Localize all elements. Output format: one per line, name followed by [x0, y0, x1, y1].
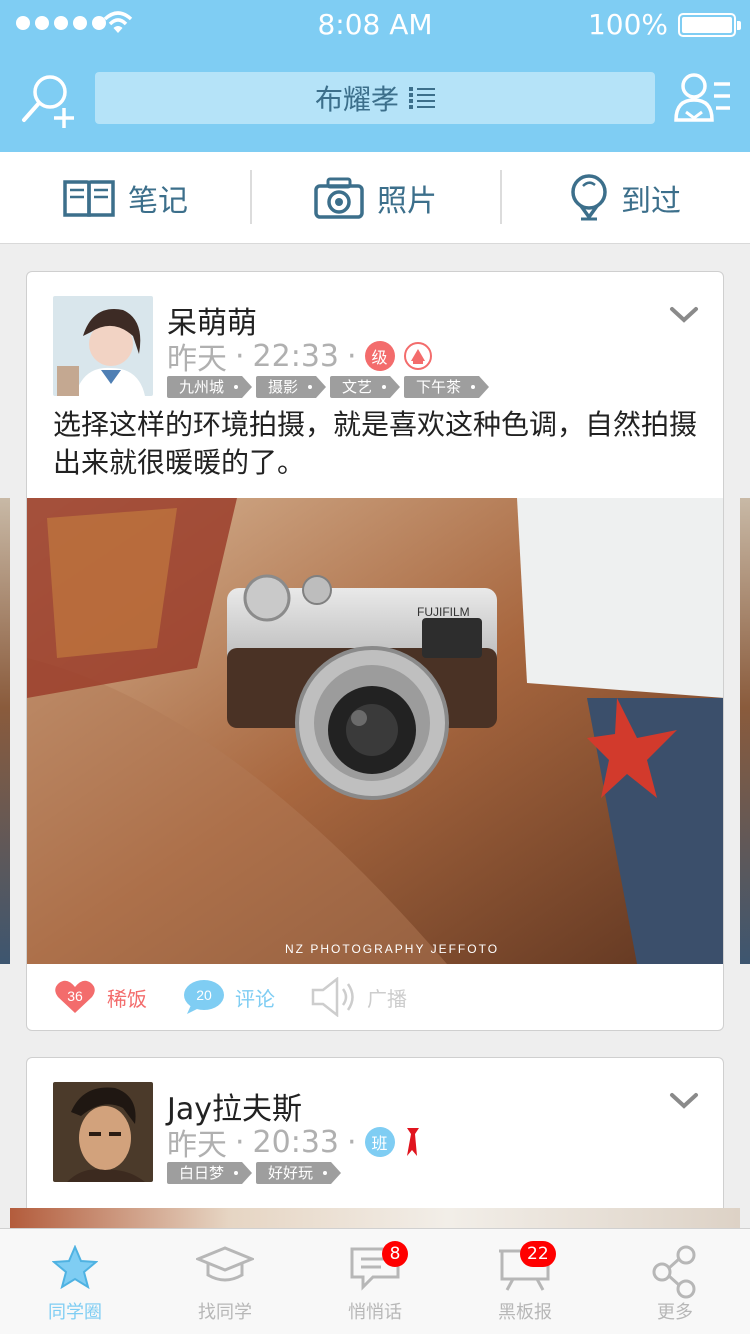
tag-list: 九州城 摄影 文艺 下午茶 [167, 376, 490, 398]
separator-dot: · [235, 1124, 245, 1160]
contacts-icon[interactable] [674, 72, 732, 124]
tab-notes-label: 笔记 [128, 183, 188, 219]
pioneer-badge-icon [403, 342, 432, 370]
post-day: 昨天 [167, 1128, 227, 1163]
next-photo-peek[interactable] [740, 498, 750, 964]
nav-bar: 布耀孝 [0, 48, 750, 152]
tab-visited[interactable]: 到过 [500, 152, 750, 243]
tab-label: 更多 [657, 1302, 693, 1323]
separator-dot: · [235, 338, 245, 374]
post-day: 昨天 [167, 342, 227, 377]
post-photo[interactable]: FUJIFILM NZ PHOTOGRAPHY JEFFOTO [27, 498, 723, 964]
avatar[interactable] [53, 296, 153, 396]
tab-label: 悄悄话 [348, 1302, 402, 1323]
prev-photo-peek[interactable] [0, 498, 10, 964]
add-friend-search-icon[interactable] [18, 70, 78, 130]
notebook-icon [63, 179, 115, 217]
tab-more[interactable]: 更多 [600, 1229, 750, 1334]
tab-notes[interactable]: 笔记 [0, 152, 250, 243]
tab-label: 找同学 [198, 1302, 252, 1323]
tag[interactable]: 文艺 [330, 376, 401, 398]
separator-dot: · [347, 1124, 357, 1160]
star-icon [52, 1245, 98, 1289]
tag[interactable]: 白日梦 [167, 1162, 253, 1184]
tab-classmate-circle[interactable]: 同学圈 [0, 1229, 150, 1334]
comment-bubble-icon: 20 [184, 980, 224, 1014]
post-time: 22:33 [252, 338, 340, 374]
chevron-down-icon[interactable] [669, 306, 699, 324]
tag[interactable]: 九州城 [167, 376, 253, 398]
separator-dot: · [347, 338, 357, 374]
post-card: 呆萌萌 昨天 · 22:33 · 级 九州城 摄影 文艺 下午茶 选择这样的环境… [26, 271, 724, 1031]
location-pin-icon [571, 173, 607, 220]
speaker-icon [311, 977, 354, 1017]
tab-photos-label: 照片 [377, 183, 437, 219]
tab-photos[interactable]: 照片 [250, 152, 500, 243]
broadcast-label: 广播 [367, 986, 407, 1011]
post-actions: 36 稀饭 20 评论 广播 [27, 964, 723, 1030]
like-button[interactable]: 36 稀饭 [53, 979, 147, 1015]
chevron-down-icon[interactable] [669, 1092, 699, 1110]
red-scarf-icon [406, 1128, 419, 1156]
camera-icon [314, 177, 364, 219]
tab-label: 同学圈 [48, 1302, 102, 1323]
like-label: 稀饭 [107, 986, 147, 1011]
unread-badge: 8 [382, 1241, 408, 1267]
level-badge: 级 [364, 341, 395, 371]
share-nodes-icon [652, 1245, 696, 1299]
tag[interactable]: 下午茶 [404, 376, 490, 398]
post-time: 20:33 [252, 1124, 340, 1160]
bottom-tab-bar: 同学圈 找同学 8 悄悄话 22 黑板报 更多 [0, 1228, 750, 1334]
tab-whispers[interactable]: 8 悄悄话 [300, 1229, 450, 1334]
battery-percentage: 100% [587, 8, 668, 41]
battery-icon [678, 13, 741, 37]
camera-brand: FUJIFILM [417, 605, 470, 619]
like-count: 36 [67, 988, 83, 1004]
photo-watermark: NZ PHOTOGRAPHY JEFFOTO [285, 942, 499, 956]
graduation-cap-icon [196, 1246, 254, 1282]
heart-icon: 36 [55, 980, 95, 1013]
tab-blackboard[interactable]: 22 黑板报 [450, 1229, 600, 1334]
comment-button[interactable]: 20 评论 [183, 979, 275, 1015]
list-icon [409, 87, 435, 109]
class-badge: 班 [364, 1127, 395, 1157]
comment-label: 评论 [235, 986, 275, 1011]
page-title: 布耀孝 [314, 83, 399, 116]
tag[interactable]: 摄影 [256, 376, 327, 398]
post-meta: 昨天 · 20:33 · 班 [167, 1120, 423, 1164]
post-text: 选择这样的环境拍摄，就是喜欢这种色调，自然拍摄出来就很暖暖的了。 [53, 408, 698, 479]
class-title-selector[interactable]: 布耀孝 [95, 72, 655, 124]
status-bar: 8:08 AM 100% [0, 0, 750, 48]
tab-label: 黑板报 [498, 1302, 552, 1323]
tab-visited-label: 到过 [621, 183, 681, 219]
unread-badge: 22 [520, 1241, 556, 1267]
post-meta: 昨天 · 22:33 · 级 [167, 334, 433, 378]
tag-list: 白日梦 好好玩 [167, 1162, 342, 1184]
avatar[interactable] [53, 1082, 153, 1182]
comment-count: 20 [196, 987, 212, 1003]
tab-find-classmates[interactable]: 找同学 [150, 1229, 300, 1334]
top-tabs: 笔记 照片 到过 [0, 152, 750, 244]
post-photo-peek[interactable] [10, 1208, 740, 1228]
tag[interactable]: 好好玩 [256, 1162, 342, 1184]
broadcast-button[interactable]: 广播 [311, 977, 407, 1017]
